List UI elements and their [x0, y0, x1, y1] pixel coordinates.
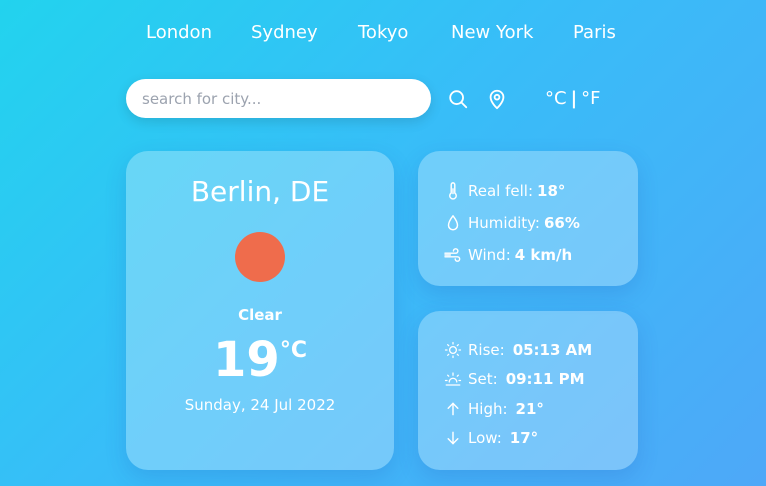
nav-city-new-york[interactable]: New York: [451, 22, 533, 43]
low-temp-row: Low: 17°: [444, 424, 638, 454]
thermometer-icon: [444, 182, 462, 200]
nav-city-tokyo[interactable]: Tokyo: [358, 22, 408, 43]
sun-icon: [235, 232, 285, 282]
nav-city-london[interactable]: London: [146, 22, 212, 43]
wind-icon: [444, 246, 462, 264]
low-temp-value: 17°: [509, 429, 539, 448]
wind-row: Wind: 4 km/h: [444, 239, 638, 271]
unit-toggle: °C | °F: [545, 88, 601, 109]
real-feel-label: Real fell:: [468, 182, 534, 200]
temperature-value: 19: [213, 332, 280, 388]
sunset-label: Set:: [468, 370, 498, 389]
humidity-value: 66%: [543, 214, 580, 232]
sunrise-label: Rise:: [468, 340, 505, 359]
current-weather-card: Berlin, DE Clear 19 °C Sunday, 24 Jul 20…: [126, 151, 394, 470]
arrow-up-icon: [444, 400, 462, 418]
humidity-label: Humidity:: [468, 214, 540, 232]
low-temp-label: Low:: [468, 429, 502, 448]
high-temp-row: High: 21°: [444, 394, 638, 424]
wind-value: 4 km/h: [514, 246, 573, 264]
droplet-icon: [444, 214, 462, 232]
weather-condition: Clear: [238, 306, 282, 324]
sun-temp-card: Rise: 05:13 AM Set: 09:11 PM High: 21° L…: [418, 311, 638, 470]
search-input[interactable]: [126, 79, 431, 118]
current-date: Sunday, 24 Jul 2022: [184, 396, 336, 414]
arrow-down-icon: [444, 429, 462, 447]
city-nav: London Sydney Tokyo New York Paris: [0, 22, 766, 52]
humidity-row: Humidity: 66%: [444, 207, 638, 239]
temperature-display: 19 °C: [126, 332, 394, 388]
weather-details-card: Real fell: 18° Humidity: 66% Wind: 4 km/…: [418, 151, 638, 286]
sunrise-value: 05:13 AM: [512, 340, 593, 359]
sunrise-row: Rise: 05:13 AM: [444, 335, 638, 365]
sunrise-icon: [444, 341, 462, 359]
unit-separator: |: [570, 88, 578, 109]
real-feel-value: 18°: [537, 182, 566, 200]
wind-label: Wind:: [468, 246, 511, 264]
search-icon[interactable]: [446, 87, 470, 111]
celsius-toggle[interactable]: °C: [545, 88, 567, 109]
nav-city-paris[interactable]: Paris: [573, 22, 616, 43]
temperature-unit: °C: [279, 338, 307, 363]
high-temp-value: 21°: [515, 399, 544, 418]
real-feel-row: Real fell: 18°: [444, 175, 638, 207]
sunset-icon: [444, 370, 462, 388]
sunset-value: 09:11 PM: [505, 370, 585, 389]
high-temp-label: High:: [468, 399, 508, 418]
fahrenheit-toggle[interactable]: °F: [581, 88, 600, 109]
nav-city-sydney[interactable]: Sydney: [251, 22, 318, 43]
location-pin-icon[interactable]: [485, 87, 509, 111]
location-title: Berlin, DE: [190, 175, 330, 208]
sunset-row: Set: 09:11 PM: [444, 365, 638, 395]
